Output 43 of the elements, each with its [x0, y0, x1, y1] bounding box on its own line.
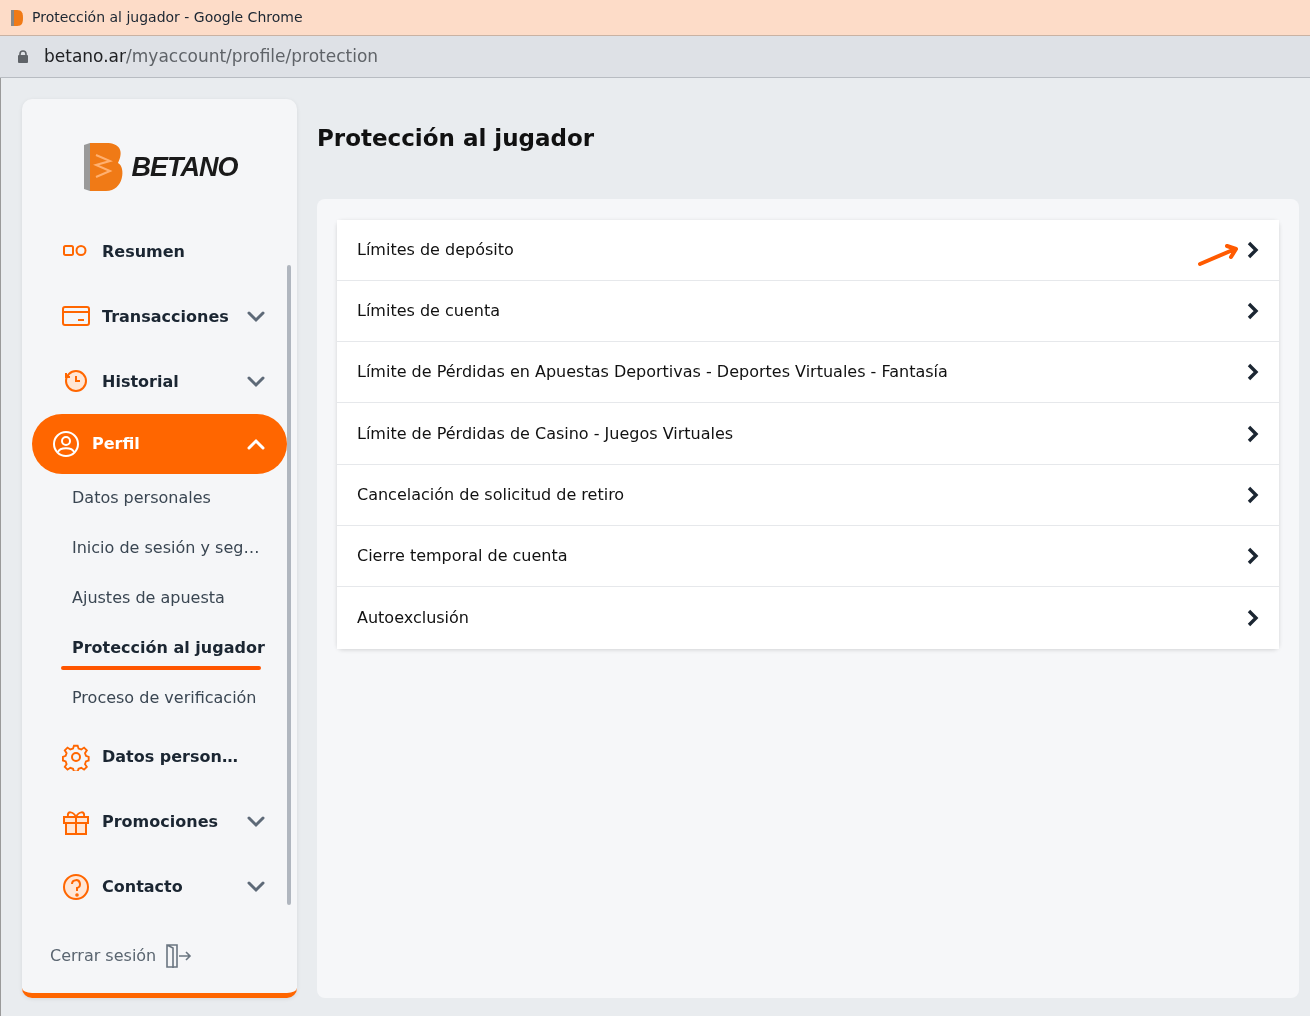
- logout-icon: [164, 943, 193, 969]
- chevron-right-icon: [1247, 424, 1259, 443]
- window-title: Protección al jugador - Google Chrome: [32, 8, 303, 27]
- option-row[interactable]: Límites de depósito: [337, 219, 1279, 281]
- submenu-item[interactable]: Datos personales: [22, 474, 297, 524]
- page-title: Protección al jugador: [317, 125, 596, 153]
- submenu-item[interactable]: Inicio de sesión y seg…: [22, 524, 297, 574]
- chevron-icon: [247, 375, 265, 388]
- option-row[interactable]: Cierre temporal de cuenta: [337, 526, 1279, 588]
- logo-text: BETANO: [131, 150, 238, 184]
- submenu-item[interactable]: Protección al jugador: [22, 624, 297, 674]
- option-row[interactable]: Límite de Pérdidas en Apuestas Deportivas - Deportes Virtuales - Fantasía: [337, 342, 1279, 404]
- chevron-icon: [247, 815, 265, 828]
- chevron-right-icon: [1247, 547, 1259, 566]
- lock-icon: [18, 50, 28, 63]
- option-row[interactable]: Cancelación de solicitud de retiro: [337, 464, 1279, 527]
- option-row[interactable]: Límite de Pérdidas de Casino - Juegos Virtuales: [337, 403, 1279, 465]
- option-row[interactable]: Autoexclusión: [337, 587, 1279, 649]
- sidebar-item[interactable]: Contacto: [32, 854, 287, 919]
- chevron-icon: [247, 310, 265, 323]
- sidebar-item[interactable]: Historial: [32, 349, 287, 414]
- logout-link[interactable]: Cerrar sesión: [50, 944, 157, 968]
- chevron-right-icon: [1247, 302, 1259, 321]
- url-text: betano.ar/myaccount/profile/protection: [44, 44, 379, 68]
- site-logo-icon: [8, 8, 24, 27]
- submenu-item[interactable]: Proceso de verificación: [22, 674, 297, 724]
- chevron-icon: [247, 880, 265, 893]
- chevron-right-icon: [1247, 240, 1259, 259]
- chevron-right-icon: [1247, 609, 1259, 627]
- help-icon: [62, 872, 90, 901]
- user-icon: [52, 430, 80, 458]
- address-bar[interactable]: betano.ar/myaccount/profile/protection: [0, 36, 1310, 78]
- option-row[interactable]: Límites de cuenta: [337, 280, 1279, 343]
- sidebar-item[interactable]: Promociones: [32, 789, 287, 854]
- sidebar-item[interactable]: Resumen: [32, 219, 287, 284]
- chevron-icon: [247, 438, 265, 450]
- submenu-item[interactable]: Ajustes de apuesta: [22, 574, 297, 624]
- gear-icon: [62, 742, 90, 771]
- sidebar-item[interactable]: Transacciones: [32, 284, 287, 349]
- scrollbar[interactable]: [287, 265, 291, 905]
- chevron-right-icon: [1247, 485, 1259, 504]
- chevron-right-icon: [1247, 363, 1259, 382]
- sidebar-item[interactable]: Datos person…: [32, 724, 287, 789]
